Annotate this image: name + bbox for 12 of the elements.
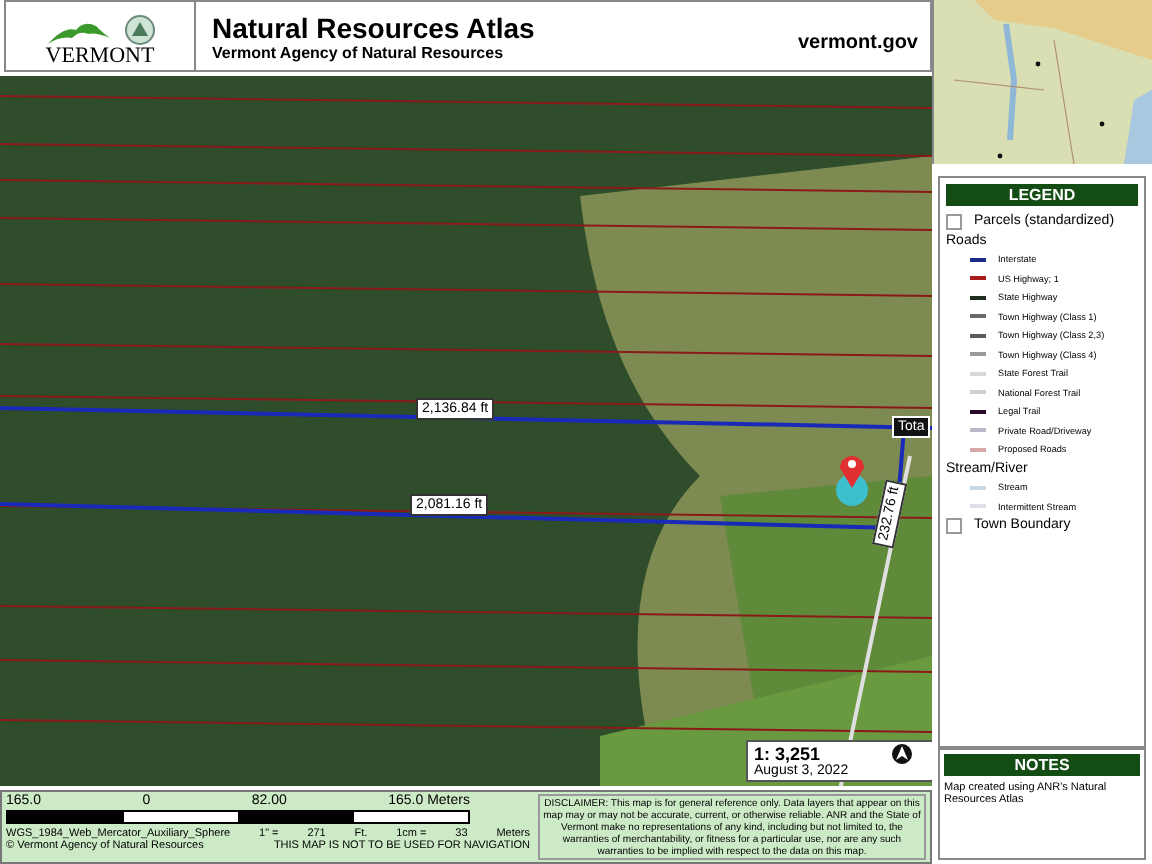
seal-icon (124, 14, 156, 46)
legend-title: LEGEND (946, 184, 1138, 206)
notes-title: NOTES (944, 754, 1140, 776)
logo-text: VERMONT (45, 46, 155, 68)
mountain-logo-icon (44, 18, 112, 46)
site-link[interactable]: vermont.gov (797, 32, 930, 70)
legend-checkbox[interactable] (946, 517, 962, 534)
location-pin-icon (836, 456, 868, 506)
legend-checkbox[interactable] (946, 213, 962, 230)
app-subtitle: Vermont Agency of Natural Resources (212, 43, 506, 61)
scale-text: 1: 3,251 (754, 744, 821, 764)
app-title: Natural Resources Atlas (212, 11, 537, 43)
